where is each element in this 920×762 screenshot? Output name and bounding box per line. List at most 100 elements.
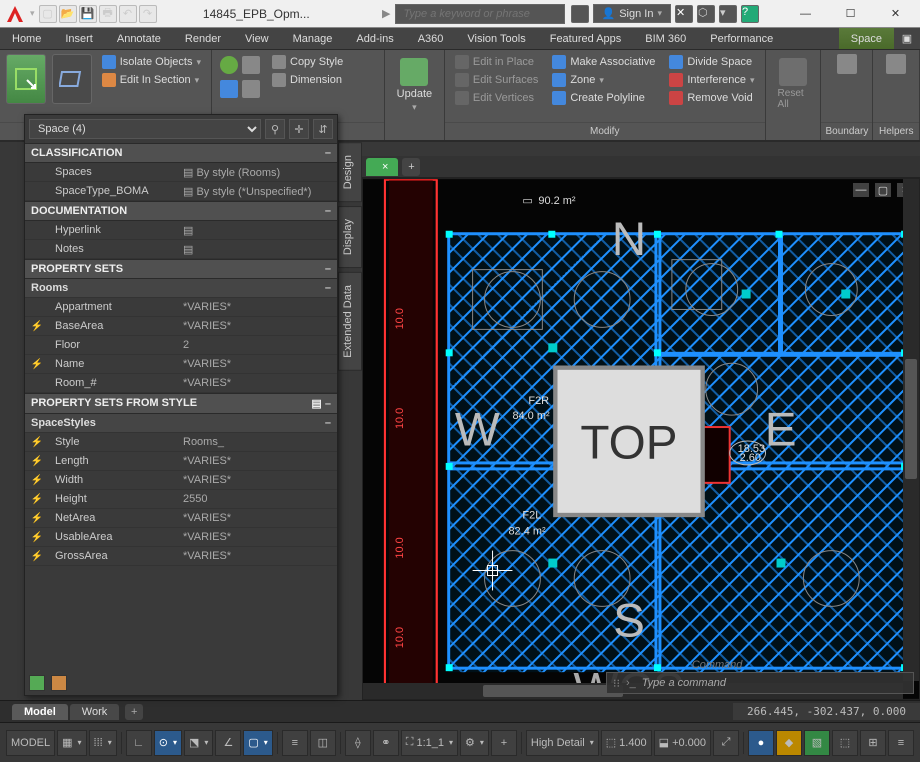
ribbon-tab-home[interactable]: Home [0, 28, 53, 49]
ribbon-minimize-button[interactable]: ▣ [894, 28, 920, 49]
pickadd-icon[interactable]: ⇵ [313, 119, 333, 139]
work-tab[interactable]: Work [70, 704, 119, 720]
ribbon-tab-bim360[interactable]: BIM 360 [633, 28, 698, 49]
qat-open-icon[interactable]: 📂 [59, 5, 77, 23]
prop-row[interactable]: Spaces▤ By style (Rooms) [25, 163, 337, 182]
status-gear-icon[interactable]: ⚙▾ [460, 730, 489, 756]
prop-row[interactable]: ⚡UsableArea*VARIES* [25, 528, 337, 547]
ortho-icon[interactable]: ∟ [126, 730, 152, 756]
isoplane-icon[interactable]: ⬔▾ [184, 730, 213, 756]
scale-button[interactable]: ⛶ 1:1_1▾ [401, 730, 458, 756]
prop-row[interactable]: ⚡Width*VARIES* [25, 471, 337, 490]
boundary-icon[interactable] [837, 54, 857, 74]
status-aec-icon[interactable]: ⬚ [832, 730, 858, 756]
tool-icon-4[interactable] [242, 80, 260, 98]
layout-add-button[interactable]: + [125, 704, 143, 720]
remove-void-button[interactable]: Remove Void [665, 90, 758, 106]
ribbon-tab-visiontools[interactable]: Vision Tools [455, 28, 537, 49]
drawing-canvas[interactable]: 10.0 10.0 10.0 10.0 ▭ 90.2 m² F2R 84.0 m… [363, 179, 919, 699]
prop-footer-btn2[interactable] [51, 675, 67, 691]
grid-display-icon[interactable]: ▦▾ [57, 730, 86, 756]
drawing-viewport[interactable]: 10.0 10.0 10.0 10.0 ▭ 90.2 m² F2R 84.0 m… [362, 178, 920, 700]
quick-select-icon[interactable]: ⚲ [265, 119, 285, 139]
tool-icon[interactable] [220, 56, 238, 74]
viewport-maximize-icon[interactable]: ▢ [875, 183, 891, 197]
helpers-icon[interactable] [886, 54, 906, 74]
ribbon-object-viewer-icon[interactable] [52, 54, 92, 104]
properties-body[interactable]: CLASSIFICATION –Spaces▤ By style (Rooms)… [25, 143, 337, 671]
interference-button[interactable]: Interference▾ [665, 72, 758, 88]
prop-footer-btn1[interactable] [29, 675, 45, 691]
polar-icon[interactable]: ⊙▾ [154, 730, 182, 756]
ribbon-tab-manage[interactable]: Manage [281, 28, 345, 49]
app-logo[interactable] [0, 0, 30, 28]
otrack-icon[interactable]: ∠ [215, 730, 241, 756]
cmd-handle-icon[interactable]: ⁝⁝ [613, 677, 620, 690]
drawing-tab-close-icon[interactable]: × [382, 161, 388, 173]
side-tab-extended-data[interactable]: Extended Data [338, 272, 362, 371]
elevation-button[interactable]: ⬚ 1.400 [601, 730, 652, 756]
prop-row[interactable]: Floor2 [25, 336, 337, 355]
exchange-icon[interactable]: ✕ [675, 5, 693, 23]
command-line[interactable]: ⁝⁝ ›_ Type a command [606, 672, 914, 694]
copy-style-button[interactable]: Copy Style [268, 54, 347, 70]
side-tab-display[interactable]: Display [338, 206, 362, 268]
prop-row[interactable]: Notes▤ [25, 240, 337, 259]
prop-row[interactable]: SpaceType_BOMA▤ By style (*Unspecified*) [25, 182, 337, 201]
prop-row[interactable]: ⚡Height2550 [25, 490, 337, 509]
prop-row[interactable]: Appartment*VARIES* [25, 298, 337, 317]
prop-section[interactable]: CLASSIFICATION – [25, 143, 337, 163]
model-tab[interactable]: Model [12, 704, 68, 720]
help-search-input[interactable] [395, 4, 565, 24]
prop-subsection[interactable]: SpaceStyles– [25, 414, 337, 433]
isolate-objects-button[interactable]: Isolate Objects▾ [98, 54, 205, 70]
replace-z-icon[interactable]: ⤢ [713, 730, 739, 756]
drawing-tab-add-button[interactable]: + [402, 158, 420, 176]
drawing-tab-active[interactable]: × [366, 158, 398, 176]
prop-row[interactable]: ⚡NetArea*VARIES* [25, 509, 337, 528]
window-maximize-button[interactable]: ☐ [828, 0, 873, 28]
qat-plot-icon[interactable]: 🖶 [99, 5, 117, 23]
prop-row[interactable]: Hyperlink▤ [25, 221, 337, 240]
status-units-icon[interactable]: ⊞ [860, 730, 886, 756]
prop-row[interactable]: ⚡Length*VARIES* [25, 452, 337, 471]
infocenter-icon[interactable] [571, 5, 589, 23]
selection-type-select[interactable]: Space (4) [29, 119, 261, 139]
status-layer-icon[interactable]: ◆ [776, 730, 802, 756]
divide-space-button[interactable]: Divide Space [665, 54, 758, 70]
edit-in-section-button[interactable]: Edit In Section▾ [98, 72, 205, 88]
snap-mode-icon[interactable]: ⁞⁞⁞▾ [89, 730, 117, 756]
status-plus-icon[interactable]: + [491, 730, 517, 756]
help-icon[interactable]: ? [741, 5, 759, 23]
make-associative-button[interactable]: Make Associative [548, 54, 659, 70]
tool-icon-3[interactable] [220, 80, 238, 98]
status-model-button[interactable]: MODEL [6, 730, 55, 756]
tool-icon-2[interactable] [242, 56, 260, 74]
ribbon-tab-space[interactable]: Space [839, 28, 894, 49]
app-store-icon[interactable]: ⬡ [697, 5, 715, 23]
zone-button[interactable]: Zone▾ [548, 72, 659, 88]
ribbon-tab-a360[interactable]: A360 [406, 28, 456, 49]
update-button[interactable]: Update ▾ [391, 54, 438, 117]
create-polyline-button[interactable]: Create Polyline [548, 90, 659, 106]
stay-connected-icon[interactable]: ▾ [719, 5, 737, 23]
prop-section[interactable]: PROPERTY SETS FROM STYLE▤ – [25, 393, 337, 414]
ribbon-tab-addins[interactable]: Add-ins [344, 28, 405, 49]
prop-subsection[interactable]: Rooms– [25, 279, 337, 298]
osnap-icon[interactable]: ▢▾ [243, 730, 272, 756]
prop-row[interactable]: ⚡GrossArea*VARIES* [25, 547, 337, 566]
anno-visibility-icon[interactable]: ⚭ [373, 730, 399, 756]
cut-plane-button[interactable]: ⬓ +0.000 [654, 730, 711, 756]
side-tab-design[interactable]: Design [338, 142, 362, 202]
ribbon-tab-view[interactable]: View [233, 28, 281, 49]
search-play-icon[interactable]: ▶ [382, 7, 390, 20]
qat-new-icon[interactable]: ▢ [39, 5, 57, 23]
sign-in-button[interactable]: 👤 Sign In ▾ [593, 4, 671, 23]
lineweight-icon[interactable]: ≡ [282, 730, 308, 756]
ribbon-tab-featuredapps[interactable]: Featured Apps [538, 28, 634, 49]
viewport-vscrollbar[interactable] [903, 179, 919, 681]
status-toggle-1[interactable]: ● [748, 730, 774, 756]
prop-row[interactable]: ⚡BaseArea*VARIES* [25, 317, 337, 336]
detail-level-button[interactable]: High Detail▾ [526, 730, 599, 756]
select-objects-icon[interactable]: ✛ [289, 119, 309, 139]
